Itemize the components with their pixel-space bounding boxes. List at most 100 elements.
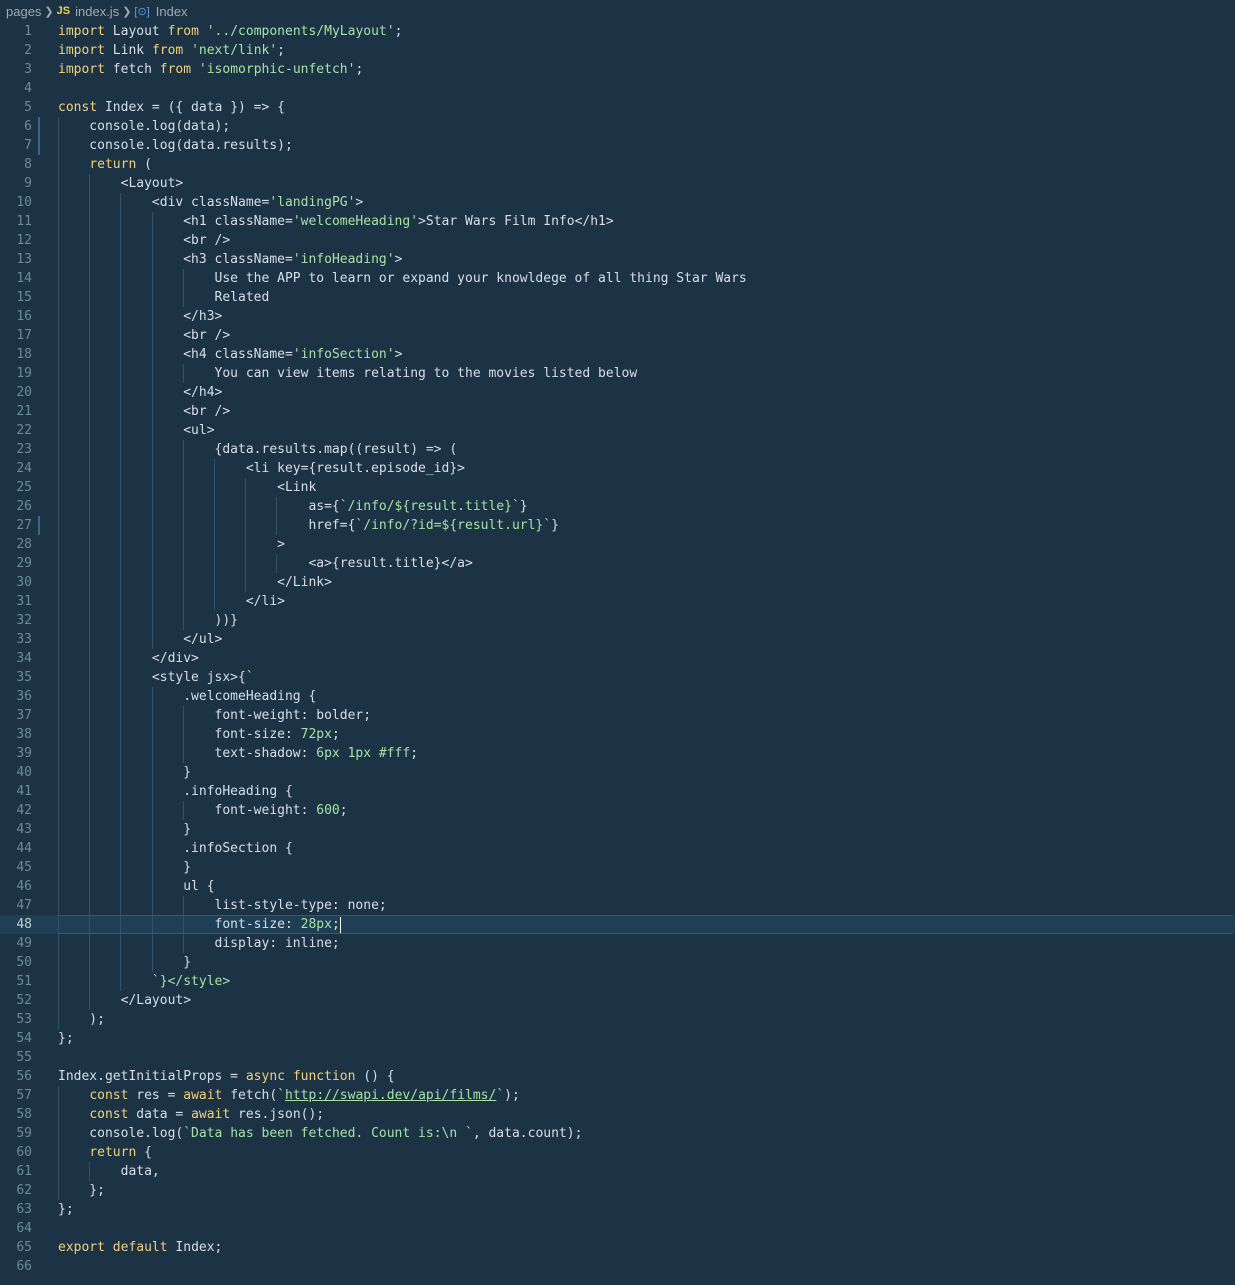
line-number: 36 [16,689,32,704]
code-line[interactable]: 25 <Link [0,478,1235,497]
code-line[interactable]: 65 export default Index; [0,1238,1235,1257]
code-text: console.log(`Data has been fetched. Coun… [58,1126,583,1141]
code-line[interactable]: 27 href={`/info/?id=${result.url}`} [0,516,1235,535]
code-line[interactable]: 37 font-weight: bolder; [0,706,1235,725]
code-line[interactable]: 58 const data = await res.json(); [0,1105,1235,1124]
modified-line-marker [38,516,40,535]
code-text: href={`/info/?id=${result.url}`} [58,518,559,533]
modified-line-marker [38,117,40,136]
code-line[interactable]: 51 `}</style> [0,972,1235,991]
code-line[interactable]: 48 font-size: 28px; [0,915,1235,934]
code-text: <ul> [58,423,215,438]
code-text: </h3> [58,309,223,324]
code-line[interactable]: 22 <ul> [0,421,1235,440]
code-line[interactable]: 45 } [0,858,1235,877]
code-line[interactable]: 12 <br /> [0,231,1235,250]
code-text: <br /> [58,233,231,248]
code-line[interactable]: 36 .welcomeHeading { [0,687,1235,706]
code-line[interactable]: 41 .infoHeading { [0,782,1235,801]
code-line[interactable]: 10 <div className='landingPG'> [0,193,1235,212]
code-line[interactable]: 16 </h3> [0,307,1235,326]
indent-guide [182,915,184,934]
code-line[interactable]: 47 list-style-type: none; [0,896,1235,915]
line-number: 51 [16,974,32,989]
code-line[interactable]: 54}; [0,1029,1235,1048]
code-line[interactable]: 61 data, [0,1162,1235,1181]
code-line[interactable]: 33 </ul> [0,630,1235,649]
code-line[interactable]: 8 return ( [0,155,1235,174]
code-line[interactable]: 40 } [0,763,1235,782]
code-line[interactable]: 28 > [0,535,1235,554]
code-line[interactable]: 55 [0,1048,1235,1067]
code-line[interactable]: 44 .infoSection { [0,839,1235,858]
code-text: ); [58,1012,105,1027]
code-line[interactable]: 63}; [0,1200,1235,1219]
code-line[interactable]: 15 Related [0,288,1235,307]
code-line[interactable]: 39 text-shadow: 6px 1px #fff; [0,744,1235,763]
code-line[interactable]: 9 <Layout> [0,174,1235,193]
code-line[interactable]: 3 import fetch from 'isomorphic-unfetch'; [0,60,1235,79]
code-line[interactable]: 1 import Layout from '../components/MyLay… [0,22,1235,41]
code-text: }; [58,1031,74,1046]
code-line[interactable]: 19 You can view items relating to the mo… [0,364,1235,383]
code-line[interactable]: 21 <br /> [0,402,1235,421]
code-line[interactable]: 59 console.log(`Data has been fetched. C… [0,1124,1235,1143]
code-line[interactable]: 2 import Link from 'next/link'; [0,41,1235,60]
code-line[interactable]: 6 console.log(data); [0,117,1235,136]
code-line[interactable]: 49 display: inline; [0,934,1235,953]
code-line[interactable]: 32 ))} [0,611,1235,630]
code-line[interactable]: 42 font-weight: 600; [0,801,1235,820]
code-text: <div className='landingPG'> [58,195,364,210]
line-number: 58 [16,1107,32,1122]
code-line[interactable]: 46 ul { [0,877,1235,896]
line-number: 39 [16,746,32,761]
line-number: 63 [16,1202,32,1217]
code-line[interactable]: 13 <h3 className='infoHeading'> [0,250,1235,269]
code-text: } [58,955,192,970]
code-text: `}</style> [151,974,231,989]
line-number: 57 [16,1088,32,1103]
code-line[interactable]: 53 ); [0,1010,1235,1029]
line-number: 29 [16,556,32,571]
code-text: .welcomeHeading { [58,689,317,704]
line-number: 4 [24,81,32,96]
breadcrumb-file[interactable]: index.js [75,4,119,19]
code-line[interactable]: 14 Use the APP to learn or expand your k… [0,269,1235,288]
line-number: 55 [16,1050,32,1065]
code-text: <h4 className='infoSection'> [58,347,403,362]
code-line[interactable]: 26 as={`/info/${result.title}`} [0,497,1235,516]
code-line[interactable]: 17 <br /> [0,326,1235,345]
code-line[interactable]: 4 [0,79,1235,98]
line-number: 64 [16,1221,32,1236]
line-number: 30 [16,575,32,590]
code-line[interactable]: 11 <h1 className='welcomeHeading'>Star W… [0,212,1235,231]
code-line[interactable]: 7 console.log(data.results); [0,136,1235,155]
code-line[interactable]: 38 font-size: 72px; [0,725,1235,744]
code-line[interactable]: 35 <style jsx>{` [0,668,1235,687]
code-line[interactable]: 64 [0,1219,1235,1238]
code-line[interactable]: 31 </li> [0,592,1235,611]
code-line[interactable]: 18 <h4 className='infoSection'> [0,345,1235,364]
code-line[interactable]: 57 const res = await fetch(`http://swapi… [0,1086,1235,1105]
code-editor[interactable]: 1 import Layout from '../components/MyLay… [0,22,1235,1276]
breadcrumb-symbol[interactable]: Index [156,4,188,19]
modified-line-marker [38,136,40,155]
chevron-right-icon: ❯ [44,5,54,18]
code-line[interactable]: 24 <li key={result.episode_id}> [0,459,1235,478]
code-line[interactable]: 60 return { [0,1143,1235,1162]
indent-guide [58,915,59,934]
code-line[interactable]: 29 <a>{result.title}</a> [0,554,1235,573]
code-line[interactable]: 56 Index.getInitialProps = async function… [0,1067,1235,1086]
code-line[interactable]: 34 </div> [0,649,1235,668]
code-line[interactable]: 50 } [0,953,1235,972]
code-line[interactable]: 23 {data.results.map((result) => ( [0,440,1235,459]
code-line[interactable]: 52 </Layout> [0,991,1235,1010]
code-line[interactable]: 43 } [0,820,1235,839]
code-line[interactable]: 20 </h4> [0,383,1235,402]
line-number: 26 [16,499,32,514]
code-line[interactable]: 5 const Index = ({ data }) => { [0,98,1235,117]
breadcrumb-folder[interactable]: pages [6,4,41,19]
code-line[interactable]: 62 }; [0,1181,1235,1200]
code-line[interactable]: 30 </Link> [0,573,1235,592]
code-line[interactable]: 66 [0,1257,1235,1276]
